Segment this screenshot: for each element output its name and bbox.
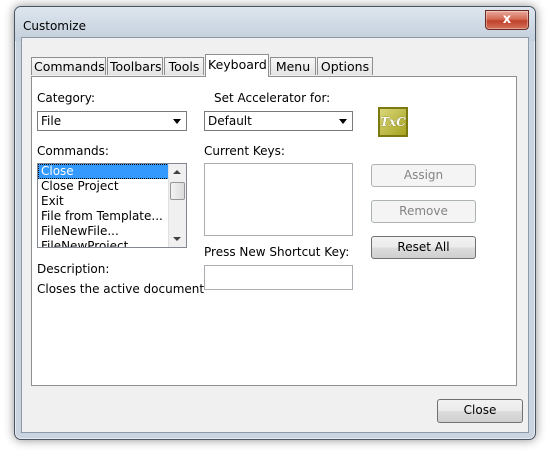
txc-logo-icon: TxC bbox=[378, 107, 408, 137]
tab-options[interactable]: Options bbox=[317, 57, 373, 75]
scroll-up-icon[interactable] bbox=[173, 170, 181, 174]
tab-keyboard[interactable]: Keyboard bbox=[205, 54, 269, 77]
tab-commands[interactable]: Commands bbox=[31, 57, 106, 75]
description-label: Description: bbox=[37, 262, 110, 276]
description-text: Closes the active document bbox=[37, 282, 205, 296]
list-item[interactable]: Close bbox=[38, 164, 169, 179]
accelerator-value: Default bbox=[208, 114, 252, 128]
accelerator-dropdown[interactable]: Default bbox=[204, 111, 353, 131]
current-keys-label: Current Keys: bbox=[204, 144, 285, 158]
shortcut-key-input[interactable] bbox=[204, 265, 353, 290]
window-title: Customize bbox=[23, 19, 86, 33]
shortcut-label: Press New Shortcut Key: bbox=[204, 245, 350, 259]
dialog-client-area: Commands Toolbars Tools Keyboard Menu Op… bbox=[21, 37, 529, 433]
commands-list[interactable]: Close Close Project Exit File from Templ… bbox=[37, 163, 187, 248]
reset-all-button[interactable]: Reset All bbox=[371, 236, 476, 259]
list-item[interactable]: Close Project bbox=[38, 179, 186, 194]
scroll-down-icon[interactable] bbox=[173, 237, 181, 241]
chevron-down-icon bbox=[339, 119, 347, 124]
commands-scrollbar[interactable] bbox=[168, 164, 186, 247]
tab-toolbars[interactable]: Toolbars bbox=[107, 57, 163, 75]
list-item[interactable]: Exit bbox=[38, 194, 186, 209]
scroll-thumb[interactable] bbox=[170, 182, 185, 200]
list-item[interactable]: File from Template... bbox=[38, 209, 186, 224]
customize-dialog: Customize x Commands Toolbars Tools Keyb… bbox=[14, 6, 536, 440]
assign-button[interactable]: Assign bbox=[371, 164, 476, 187]
category-dropdown[interactable]: File bbox=[37, 111, 187, 131]
tab-menu[interactable]: Menu bbox=[270, 57, 316, 75]
list-item[interactable]: FileNewFile... bbox=[38, 224, 186, 239]
close-button[interactable]: Close bbox=[437, 399, 523, 423]
close-window-icon[interactable]: x bbox=[485, 10, 529, 30]
tab-tools[interactable]: Tools bbox=[164, 57, 204, 75]
commands-label: Commands: bbox=[37, 144, 109, 158]
title-bar[interactable]: Customize x bbox=[15, 7, 535, 41]
accelerator-label: Set Accelerator for: bbox=[214, 91, 331, 105]
list-item[interactable]: FileNewProject... bbox=[38, 239, 186, 247]
keyboard-panel: Category: File Set Accelerator for: Defa… bbox=[31, 76, 517, 386]
category-label: Category: bbox=[37, 91, 95, 105]
chevron-down-icon bbox=[173, 119, 181, 124]
remove-button[interactable]: Remove bbox=[371, 200, 476, 223]
current-keys-list[interactable] bbox=[204, 163, 353, 236]
category-value: File bbox=[41, 114, 62, 128]
